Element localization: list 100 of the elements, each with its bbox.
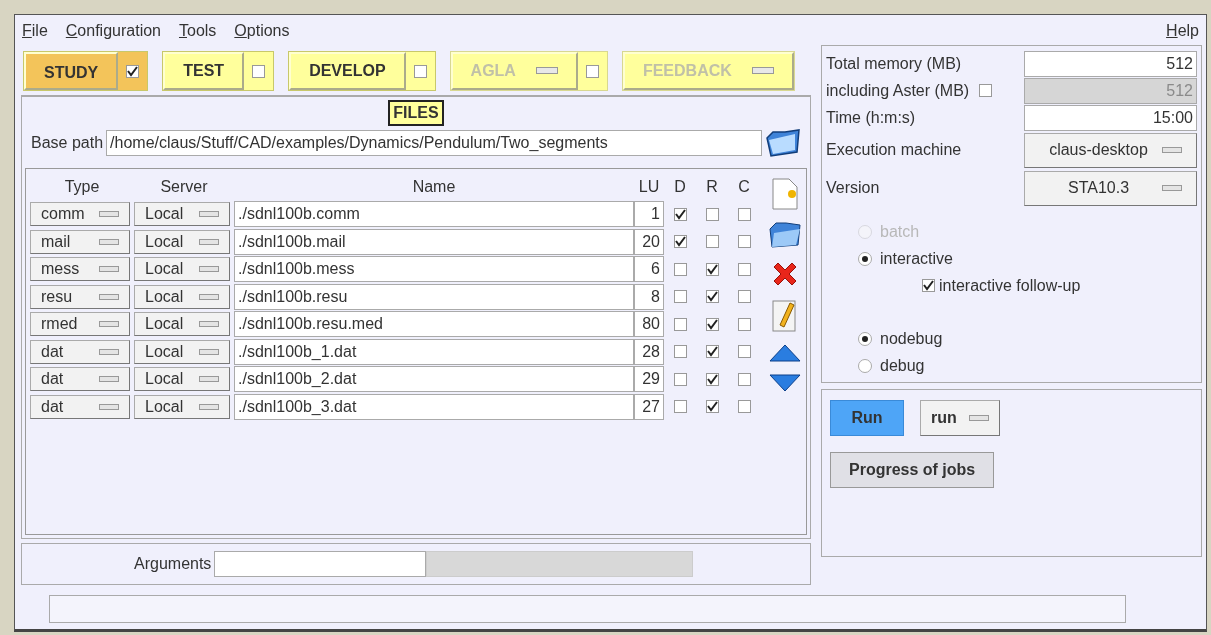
checkbox[interactable] [737, 400, 751, 414]
file-name-field[interactable]: ./sdnl100b_1.dat [234, 338, 634, 365]
field-label: Execution machine [826, 141, 963, 159]
file-name-field[interactable]: ./sdnl100b.mail [234, 228, 634, 255]
radio-button[interactable] [858, 331, 872, 346]
checkbox[interactable] [705, 262, 719, 276]
checkbox[interactable] [705, 207, 719, 221]
help-menu[interactable]: Help [1166, 22, 1199, 45]
file-name-field[interactable]: ./sdnl100b.resu [234, 283, 634, 310]
mode-button[interactable]: STUDY [24, 52, 119, 90]
folder-icon[interactable] [768, 221, 802, 249]
checkbox[interactable] [673, 317, 687, 331]
checkbox[interactable] [673, 345, 687, 359]
server-dropdown[interactable]: Local [134, 339, 230, 364]
menu-item[interactable]: File [22, 22, 48, 45]
time-field[interactable]: 15:00 [1024, 104, 1197, 131]
checkbox[interactable] [673, 207, 687, 221]
mode-button[interactable]: TEST [163, 52, 245, 90]
type-dropdown[interactable]: mess [30, 257, 130, 282]
menu-item[interactable]: Tools [179, 22, 217, 45]
dropdown-indicator-icon [751, 67, 774, 75]
checkbox[interactable] [673, 400, 687, 414]
memory-field[interactable]: 512 [1024, 50, 1197, 77]
progress-button[interactable]: Progress of jobs [830, 452, 995, 488]
arguments-field[interactable] [214, 551, 694, 577]
unit-field[interactable]: 1 [634, 201, 664, 228]
server-dropdown[interactable]: Local [134, 394, 230, 419]
checkbox[interactable] [737, 235, 751, 249]
unit-field[interactable]: 20 [634, 228, 664, 255]
checkbox[interactable] [705, 345, 719, 359]
checkbox[interactable] [737, 290, 751, 304]
option-label: batch [880, 222, 920, 241]
type-dropdown[interactable]: mail [30, 229, 130, 254]
menu-item[interactable]: Options [234, 22, 290, 45]
checkbox[interactable] [673, 290, 687, 304]
field-label: Version [826, 179, 881, 197]
unit-field[interactable]: 80 [634, 311, 664, 338]
option-label: interactive follow-up [939, 276, 1081, 295]
server-dropdown[interactable]: Local [134, 312, 230, 337]
field-label: Base path [31, 134, 104, 152]
version-dropdown[interactable]: STA10.3 [1024, 170, 1197, 206]
unit-field[interactable]: 6 [634, 256, 664, 283]
column-header: D [673, 177, 687, 196]
file-name-field[interactable]: ./sdnl100b_2.dat [234, 366, 634, 393]
machine-dropdown[interactable]: claus-desktop [1024, 132, 1197, 168]
unit-field[interactable]: 27 [634, 393, 664, 420]
down-arrow-icon[interactable] [768, 373, 802, 393]
section-title: FILES [388, 100, 444, 126]
checkbox[interactable] [737, 207, 751, 221]
checkbox[interactable] [413, 64, 427, 78]
folder-icon[interactable] [765, 128, 801, 158]
run-button[interactable]: Run [830, 400, 904, 436]
checkbox[interactable] [705, 235, 719, 249]
checkbox[interactable] [705, 317, 719, 331]
up-arrow-icon[interactable] [768, 343, 802, 363]
checkbox[interactable] [673, 372, 687, 386]
checkbox[interactable] [252, 64, 266, 78]
type-dropdown[interactable]: dat [30, 339, 130, 364]
checkbox[interactable] [737, 372, 751, 386]
checkbox[interactable] [705, 400, 719, 414]
run-dropdown[interactable]: run [920, 400, 1000, 436]
type-dropdown[interactable]: dat [30, 394, 130, 419]
field-label: Time (h:m:s) [826, 108, 917, 127]
mode-button[interactable]: DEVELOP [289, 52, 406, 90]
file-name-field[interactable]: ./sdnl100b.comm [234, 201, 634, 228]
unit-field[interactable]: 8 [634, 283, 664, 310]
checkbox[interactable] [979, 84, 993, 97]
checkbox[interactable] [737, 345, 751, 359]
menu-item[interactable]: Configuration [65, 22, 161, 45]
checkbox[interactable] [737, 262, 751, 276]
field-label: Arguments [134, 555, 212, 573]
field-label: Total memory (MB) [826, 54, 963, 73]
file-name-field[interactable]: ./sdnl100b.mess [234, 256, 634, 283]
server-dropdown[interactable]: Local [134, 284, 230, 309]
file-name-field[interactable]: ./sdnl100b.resu.med [234, 311, 634, 338]
server-dropdown[interactable]: Local [134, 229, 230, 254]
server-dropdown[interactable]: Local [134, 367, 230, 392]
base-path-field[interactable]: /home/claus/Stuff/CAD/examples/Dynamics/Pendulum/Two_segments [106, 130, 762, 156]
unit-field[interactable]: 29 [634, 366, 664, 393]
option-label: interactive [880, 249, 953, 268]
checkbox[interactable] [705, 372, 719, 386]
type-dropdown[interactable]: dat [30, 367, 130, 392]
checkbox[interactable] [737, 317, 751, 331]
checkbox[interactable] [126, 64, 140, 78]
server-dropdown[interactable]: Local [134, 257, 230, 282]
checkbox[interactable] [922, 279, 935, 292]
new-file-icon[interactable] [770, 177, 800, 211]
type-dropdown[interactable]: resu [30, 284, 130, 309]
type-dropdown[interactable]: rmed [30, 312, 130, 337]
file-name-field[interactable]: ./sdnl100b_3.dat [234, 393, 634, 420]
pencil-icon[interactable] [772, 299, 798, 333]
checkbox[interactable] [705, 290, 719, 304]
type-dropdown[interactable]: comm [30, 202, 130, 227]
server-dropdown[interactable]: Local [134, 202, 230, 227]
unit-field[interactable]: 28 [634, 338, 664, 365]
radio-button[interactable] [858, 358, 872, 373]
radio-button[interactable] [858, 251, 872, 266]
checkbox[interactable] [673, 262, 687, 276]
column-header: C [737, 177, 751, 196]
checkbox[interactable] [673, 235, 687, 249]
